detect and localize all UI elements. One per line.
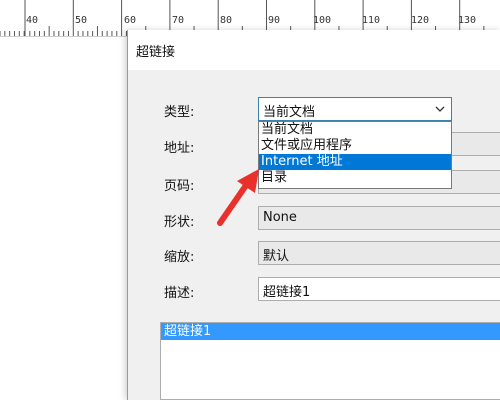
ruler-label: 60 — [124, 15, 137, 26]
ruler-label: 50 — [75, 15, 88, 26]
zoom-label: 缩放: — [164, 250, 195, 265]
description-label: 描述: — [164, 286, 195, 301]
zoom-select-value: 默认 — [263, 249, 290, 264]
dialog-title: 超链接 — [136, 45, 176, 60]
chevron-down-icon — [435, 106, 445, 112]
ruler-label: 80 — [220, 15, 233, 26]
type-select[interactable]: 当前文档 — [258, 97, 452, 121]
description-input[interactable]: 超链接1 — [258, 277, 500, 301]
shape-label: 形状: — [164, 215, 195, 230]
ruler-label: 70 — [172, 15, 185, 26]
ruler-label: 130 — [458, 15, 477, 26]
red-arrow-icon — [217, 169, 259, 226]
dropdown-option-file-or-application[interactable]: 文件或应用程序 — [259, 138, 451, 154]
type-label: 类型: — [164, 105, 195, 120]
dropdown-option-internet-address[interactable]: Internet 地址 — [259, 154, 451, 170]
ruler-label: 120 — [411, 15, 430, 26]
page-label: 页码: — [164, 179, 195, 194]
dropdown-option-current-document[interactable]: 当前文档 — [259, 122, 451, 138]
shape-select-value: None — [263, 210, 297, 225]
list-item[interactable]: 超链接1 — [161, 323, 500, 340]
ruler-label: 110 — [362, 15, 381, 26]
type-dropdown-list: 当前文档 文件或应用程序 Internet 地址 目录 — [258, 121, 452, 189]
ruler-label: 100 — [313, 15, 332, 26]
description-value: 超链接1 — [263, 285, 311, 300]
ruler-label: 40 — [26, 15, 39, 26]
hyperlink-dialog: 超链接 类型: 当前文档 地址: 页码: 形状: None 缩放: 默认 描述:… — [127, 30, 500, 400]
dropdown-option-directory[interactable]: 目录 — [259, 170, 451, 186]
hyperlink-list[interactable]: 超链接1 — [160, 322, 500, 400]
type-select-value: 当前文档 — [263, 105, 316, 120]
dialog-titlebar[interactable]: 超链接 — [128, 30, 500, 70]
address-label: 地址: — [164, 141, 195, 156]
shape-select[interactable]: None — [258, 206, 500, 230]
ruler-label: 90 — [268, 15, 281, 26]
zoom-select[interactable]: 默认 — [258, 241, 500, 265]
document-page[interactable] — [0, 37, 128, 400]
